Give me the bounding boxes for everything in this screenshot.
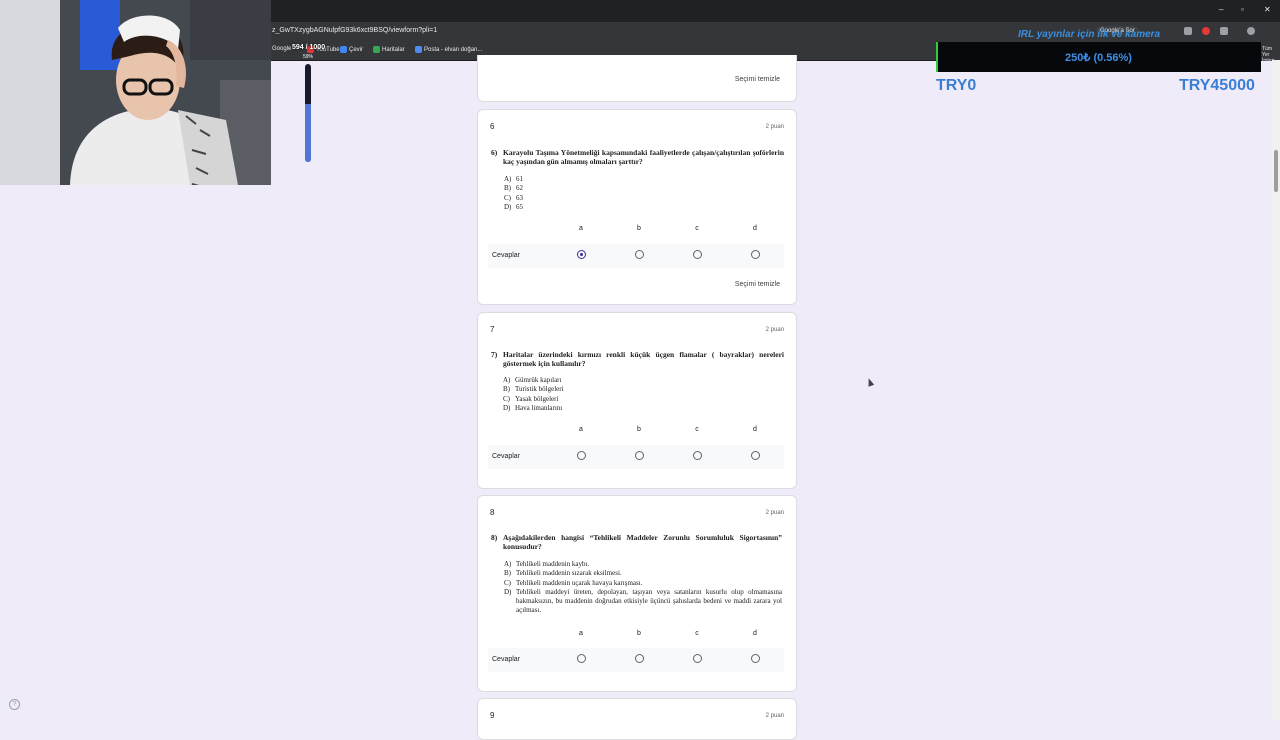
question-card-6: 6 2 puan 6) Karayolu Taşıma Yönetmeliği …: [477, 109, 797, 305]
question-card-8: 8 2 puan 8) Aşağıdakilerden hangisi “Teh…: [477, 495, 797, 692]
donation-goal-label: 250₺ (0.56%): [1065, 52, 1132, 64]
column-header-a: a: [579, 630, 583, 637]
bookmark-mail[interactable]: Posta - elvan doğan...: [415, 46, 482, 53]
answer-row: Cevaplar: [488, 648, 784, 672]
column-header-d: d: [753, 426, 757, 433]
mouse-cursor-icon: [865, 377, 875, 387]
bookmark-google[interactable]: Google: [272, 46, 291, 52]
bookmark-maps[interactable]: Haritalar: [373, 46, 405, 53]
mail-icon: [415, 46, 422, 53]
radio-d[interactable]: [751, 250, 760, 259]
option-c: C) Tehlikeli maddenin uçarak havaya karış…: [504, 578, 643, 587]
column-header-d: d: [753, 225, 757, 232]
radio-b[interactable]: [635, 451, 644, 460]
translate-icon: [340, 46, 347, 53]
points-label: 2 puan: [765, 510, 784, 516]
question-card-9: 9 2 puan: [477, 698, 797, 740]
column-header-b: b: [637, 630, 641, 637]
column-header-b: b: [637, 426, 641, 433]
row-label: Cevaplar: [492, 252, 521, 259]
donation-goal-bar: 250₺ (0.56%): [936, 42, 1261, 72]
column-header-d: d: [753, 630, 757, 637]
column-header-c: c: [695, 630, 699, 637]
scrollbar-thumb[interactable]: [1274, 150, 1278, 192]
column-header-c: c: [695, 426, 699, 433]
clear-selection-button[interactable]: Seçimi temizle: [735, 76, 780, 83]
points-label: 2 puan: [765, 124, 784, 130]
column-header-b: b: [637, 225, 641, 232]
url-text[interactable]: z_GwTXzygbAGNulpfG93k6xct9BSQ/viewform?p…: [272, 27, 437, 34]
option-a: A) Tehlikeli maddenin kaybı.: [504, 560, 590, 568]
question-number: 9: [490, 711, 495, 720]
question-number: 8: [490, 508, 495, 517]
radio-b[interactable]: [635, 654, 644, 663]
webcam-feed: [0, 0, 271, 185]
question-text: 7) Haritalar üzerindeki kırmızı renkli k…: [491, 350, 784, 368]
option-a: A) 61: [504, 175, 523, 183]
row-label: Cevaplar: [492, 656, 521, 663]
option-c: C) Yasak bölgeleri: [503, 394, 559, 403]
option-c: C) 63: [504, 193, 523, 202]
minimize-icon[interactable]: –: [1219, 5, 1223, 14]
option-b: B) Tehlikeli maddenin sızarak eksilmesi.: [504, 569, 622, 578]
profile-icon[interactable]: [1247, 27, 1255, 35]
question-text: 6) Karayolu Taşıma Yönetmeliği kapsamınd…: [491, 148, 784, 166]
goal-meter-fill: [305, 104, 311, 162]
bookmark-translate[interactable]: Çevir: [340, 46, 363, 53]
option-d: D) Tehlikeli maddeyi üreten, depolayan, t…: [504, 587, 782, 615]
answer-row: Cevaplar: [488, 244, 784, 268]
points-label: 2 puan: [765, 713, 784, 719]
clear-selection-button[interactable]: Seçimi temizle: [735, 281, 780, 288]
puzzle-icon[interactable]: [1220, 27, 1228, 35]
streamer-image: [0, 0, 271, 185]
radio-d[interactable]: [751, 451, 760, 460]
option-b: B) 62: [504, 184, 523, 193]
radio-a[interactable]: [577, 250, 586, 259]
record-icon[interactable]: [1202, 27, 1210, 35]
maps-icon: [373, 46, 380, 53]
radio-c[interactable]: [693, 654, 702, 663]
option-d: D) 65: [504, 202, 523, 211]
extension-icon[interactable]: [1184, 27, 1192, 35]
question-number: 6: [490, 122, 495, 131]
goal-counter: 594 / 1000: [292, 44, 326, 51]
radio-b[interactable]: [635, 250, 644, 259]
radio-c[interactable]: [693, 451, 702, 460]
points-label: 2 puan: [765, 327, 784, 333]
question-number: 7: [490, 325, 495, 334]
radio-d[interactable]: [751, 654, 760, 663]
option-b: B) Turistik bölgeleri: [503, 385, 564, 394]
radio-a[interactable]: [577, 451, 586, 460]
answer-row: Cevaplar: [488, 445, 784, 469]
answer-options: A) 61 B) 62 C) 63 D) 65: [504, 175, 782, 212]
close-window-icon[interactable]: ✕: [1264, 5, 1271, 14]
page-scrollbar[interactable]: [1272, 60, 1280, 720]
donation-max-label: TRY45000: [1179, 77, 1255, 94]
goal-meter: [305, 64, 311, 162]
column-header-c: c: [695, 225, 699, 232]
option-d: D) Hava limanlarını: [503, 403, 563, 412]
column-header-a: a: [579, 426, 583, 433]
question-card-7: 7 2 puan 7) Haritalar üzerindeki kırmızı…: [477, 312, 797, 489]
maximize-icon[interactable]: ▫: [1241, 5, 1244, 14]
help-icon[interactable]: ?: [9, 699, 20, 710]
option-a: A) Gümrük kapıları: [503, 376, 562, 384]
radio-a[interactable]: [577, 654, 586, 663]
donation-min-label: TRY0: [936, 77, 977, 94]
row-label: Cevaplar: [492, 453, 521, 460]
column-header-a: a: [579, 225, 583, 232]
question-text: 8) Aşağıdakilerden hangisi “Tehlikeli Ma…: [491, 533, 782, 551]
goal-percent: 59%: [303, 54, 314, 60]
question-card-5: Seçimi temizle: [477, 55, 797, 102]
irl-banner-text: IRL yayınlar için ilk ve kamera: [1018, 29, 1161, 40]
answer-options: A) Gümrük kapıları B) Turistik bölgeleri C…: [503, 376, 782, 413]
answer-options: A) Tehlikeli maddenin kaybı. B) Tehlikeli …: [504, 560, 782, 616]
radio-c[interactable]: [693, 250, 702, 259]
